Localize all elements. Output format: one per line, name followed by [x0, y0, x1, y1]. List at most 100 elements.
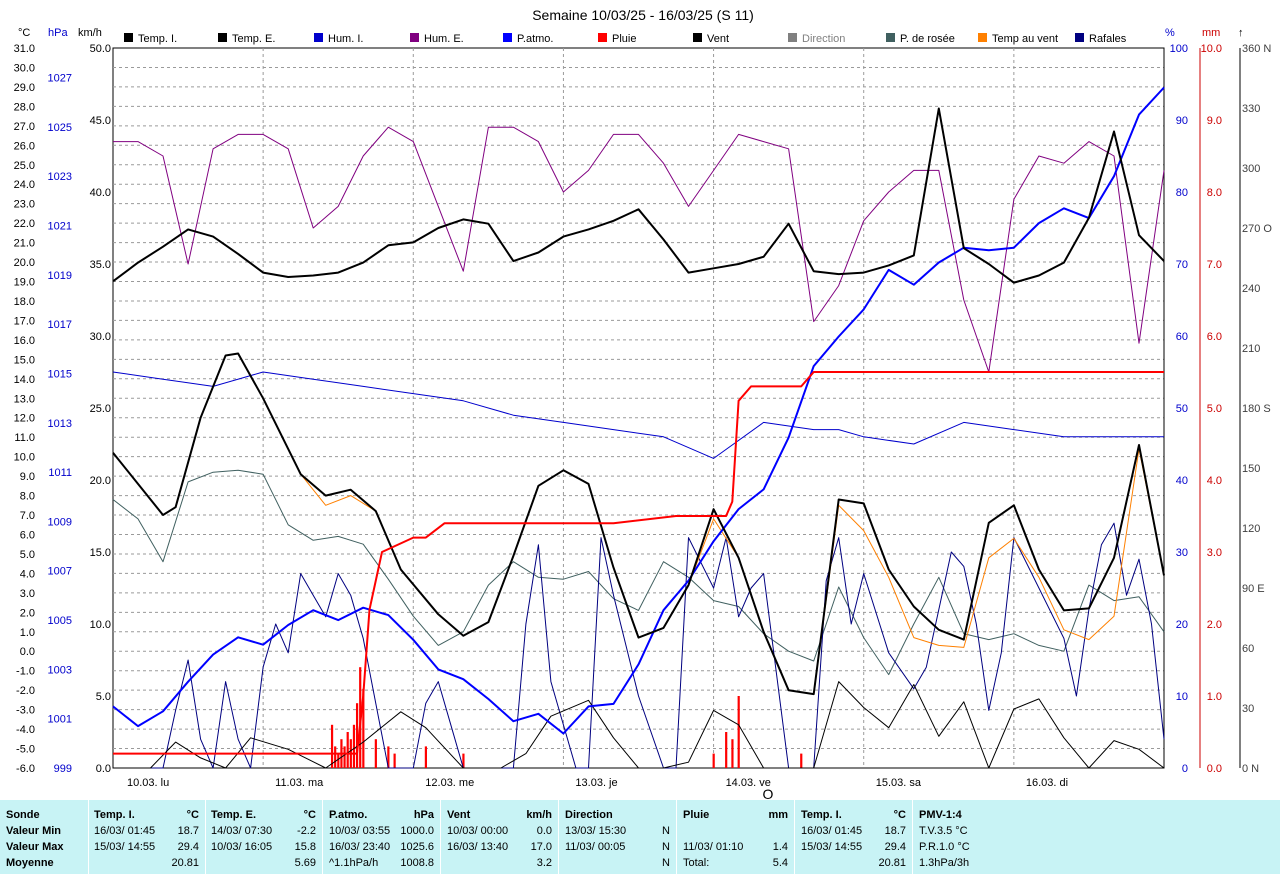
pressure-tick-label: 1023 [48, 171, 72, 183]
direction-tick-label: 120 [1242, 523, 1260, 535]
stats-block: Temp. I. °C 16/03/ 01:45 18.7 15/03/ 14:55 29… [795, 800, 913, 874]
humidity-tick-label: 70 [1176, 259, 1188, 271]
stats-date: Total: [683, 857, 710, 869]
wind-tick-label: 35.0 [90, 259, 111, 271]
temp-tick-label: 31.0 [14, 43, 35, 55]
temp-tick-label: 9.0 [20, 471, 35, 483]
stats-value: 20.81 [171, 857, 199, 869]
weather-chart: Semaine 10/03/25 - 16/03/25 (S 11) °C hP… [0, 0, 1280, 800]
humidity-tick-label: 80 [1176, 187, 1188, 199]
pressure-tick-label: 1019 [48, 270, 72, 282]
direction-tick-label: 60 [1242, 643, 1254, 655]
legend-swatch [693, 33, 702, 42]
legend-label: P.atmo. [517, 33, 554, 45]
rain-tick-label: 5.0 [1207, 403, 1222, 415]
stats-date: 16/03/ 23:40 [329, 841, 391, 853]
pressure-tick-label: 1021 [48, 221, 72, 233]
rain-tick-label: 6.0 [1207, 331, 1222, 343]
stats-block: Temp. I. °C 16/03/ 01:45 18.7 15/03/ 14:55 29… [88, 800, 206, 874]
rain-tick-label: 1.0 [1207, 691, 1222, 703]
direction-tick-label: 330 [1242, 103, 1260, 115]
stats-block-head: Temp. I. [801, 809, 842, 821]
pressure-tick-label: 999 [54, 763, 72, 775]
stats-block-unit: °C [186, 809, 199, 821]
temp-tick-label: -2.0 [16, 685, 35, 697]
legend-swatch [314, 33, 323, 42]
stats-value: 18.7 [177, 825, 199, 837]
direction-tick-label: 240 [1242, 283, 1260, 295]
stats-value: 1.4 [772, 841, 788, 853]
stats-row-label: Sonde [6, 809, 40, 821]
humidity-tick-label: 30 [1176, 547, 1188, 559]
stats-date: 15/03/ 14:55 [94, 841, 156, 853]
rain-bar [334, 746, 337, 768]
legend-swatch [886, 33, 895, 42]
unit-mm: mm [1202, 27, 1220, 39]
unit-hpa: hPa [48, 27, 68, 39]
direction-tick-label: 150 [1242, 463, 1260, 475]
stats-date: 10/03/ 03:55 [329, 825, 391, 837]
humidity-tick-label: 90 [1176, 115, 1188, 127]
legend-swatch [410, 33, 419, 42]
direction-tick-label: 0 N [1242, 763, 1259, 775]
x-day-label: 11.03. ma [275, 777, 324, 789]
temp-tick-label: 2.0 [20, 607, 35, 619]
pressure-tick-label: 1003 [48, 664, 72, 676]
stats-block: Vent km/h 10/03/ 00:00 0.0 16/03/ 13:40 17.0 3… [441, 800, 559, 874]
direction-arrow-icon: ↑ [1238, 27, 1244, 39]
stats-date: 10/03/ 16:05 [211, 841, 273, 853]
stats-block-unit: km/h [526, 809, 552, 821]
x-day-label: 10.03. lu [127, 777, 169, 789]
stats-value: 15.8 [294, 841, 316, 853]
direction-tick-label: 210 [1242, 343, 1260, 355]
stats-row-label: Valeur Max [6, 841, 64, 853]
pressure-tick-label: 1025 [48, 122, 72, 134]
temp-tick-label: 20.0 [14, 257, 35, 269]
stats-block-head: Direction [565, 809, 613, 821]
legend-swatch [218, 33, 227, 42]
direction-tick-label: 270 O [1242, 223, 1272, 235]
rain-bar [337, 753, 340, 768]
stats-block-head: Temp. E. [211, 809, 257, 821]
stats-block-head: Vent [447, 809, 471, 821]
temp-tick-label: -6.0 [16, 763, 35, 775]
stats-value: 0.0 [536, 825, 552, 837]
pmv-line: T.V.3.5 °C [919, 825, 968, 837]
direction-tick-label: 360 N [1242, 43, 1271, 55]
rain-tick-label: 10.0 [1201, 43, 1222, 55]
rain-bar [374, 739, 377, 768]
pressure-tick-label: 1001 [48, 714, 72, 726]
stats-date: ^1.1hPa/h [329, 857, 379, 869]
wind-tick-label: 50.0 [90, 43, 111, 55]
stats-value: 1008.8 [400, 857, 434, 869]
legend-swatch [124, 33, 133, 42]
stats-block-unit: mm [768, 809, 788, 821]
stats-value: 3.2 [536, 857, 552, 869]
wind-tick-label: 5.0 [96, 691, 111, 703]
temp-tick-label: 22.0 [14, 218, 35, 230]
humidity-tick-label: 20 [1176, 619, 1188, 631]
rain-tick-label: 9.0 [1207, 115, 1222, 127]
direction-tick-label: 30 [1242, 703, 1254, 715]
stats-value: -2.2 [297, 825, 316, 837]
rain-tick-label: 0.0 [1207, 763, 1222, 775]
stats-value: 20.81 [878, 857, 906, 869]
stats-block-unit: hPa [413, 809, 434, 821]
humidity-tick-label: 40 [1176, 475, 1188, 487]
stats-block: Direction 13/03/ 15:30 N 11/03/ 00:05 N N [559, 800, 677, 874]
temp-tick-label: 4.0 [20, 568, 35, 580]
stats-value: 1000.0 [400, 825, 434, 837]
stats-block-unit: °C [303, 809, 316, 821]
stats-value: 18.7 [884, 825, 906, 837]
stats-date: 16/03/ 01:45 [94, 825, 156, 837]
rain-bar [424, 746, 427, 768]
rain-tick-label: 7.0 [1207, 259, 1222, 271]
temp-tick-label: 3.0 [20, 588, 35, 600]
humidity-tick-label: 100 [1170, 43, 1188, 55]
pressure-tick-label: 1013 [48, 418, 72, 430]
temp-tick-label: 10.0 [14, 452, 35, 464]
legend-label: Hum. I. [328, 33, 363, 45]
temp-tick-label: 8.0 [20, 491, 35, 503]
pmv-line: 1.3hPa/3h [919, 857, 970, 869]
pressure-tick-label: 1011 [48, 467, 72, 479]
